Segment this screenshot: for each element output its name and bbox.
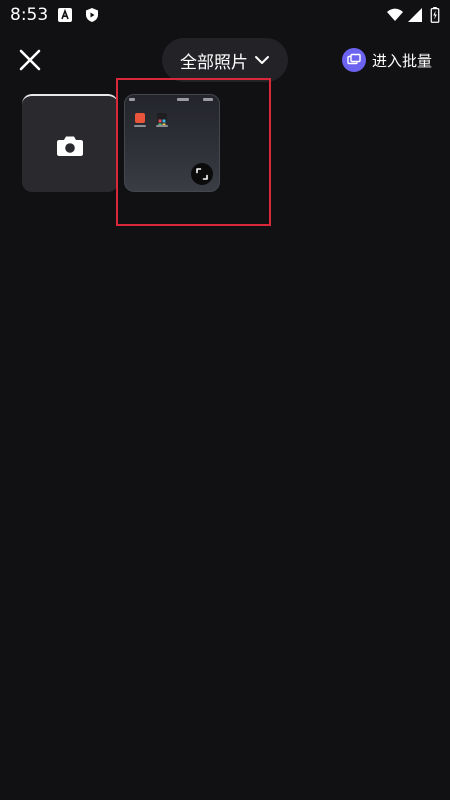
- batch-mode-button[interactable]: 进入批量: [342, 46, 432, 74]
- wifi-icon: [387, 8, 403, 21]
- top-toolbar: 全部照片 进入批量: [0, 36, 450, 84]
- batch-select-icon: [342, 48, 366, 72]
- expand-icon: [196, 168, 208, 180]
- close-icon: [19, 49, 41, 71]
- photo-thumbnail[interactable]: [124, 94, 220, 192]
- battery-charging-icon: [430, 7, 440, 23]
- signal-icon: [408, 8, 422, 22]
- chevron-down-icon: [255, 56, 269, 64]
- thumbnail-app-icon: [157, 113, 167, 127]
- status-time: 8:53: [10, 5, 49, 25]
- camera-icon: [57, 136, 83, 156]
- thumbnail-app-icon: [135, 113, 145, 123]
- play-store-icon: [86, 8, 98, 22]
- close-button[interactable]: [14, 44, 46, 76]
- expand-preview-button[interactable]: [191, 163, 213, 185]
- camera-capture-tile[interactable]: [22, 94, 118, 192]
- batch-mode-label: 进入批量: [372, 51, 433, 70]
- album-selector-label: 全部照片: [180, 52, 248, 73]
- thumbnail-content: [125, 98, 219, 104]
- album-selector[interactable]: 全部照片: [162, 38, 288, 82]
- android-auto-icon: [58, 8, 72, 22]
- status-bar: 8:53: [0, 0, 450, 30]
